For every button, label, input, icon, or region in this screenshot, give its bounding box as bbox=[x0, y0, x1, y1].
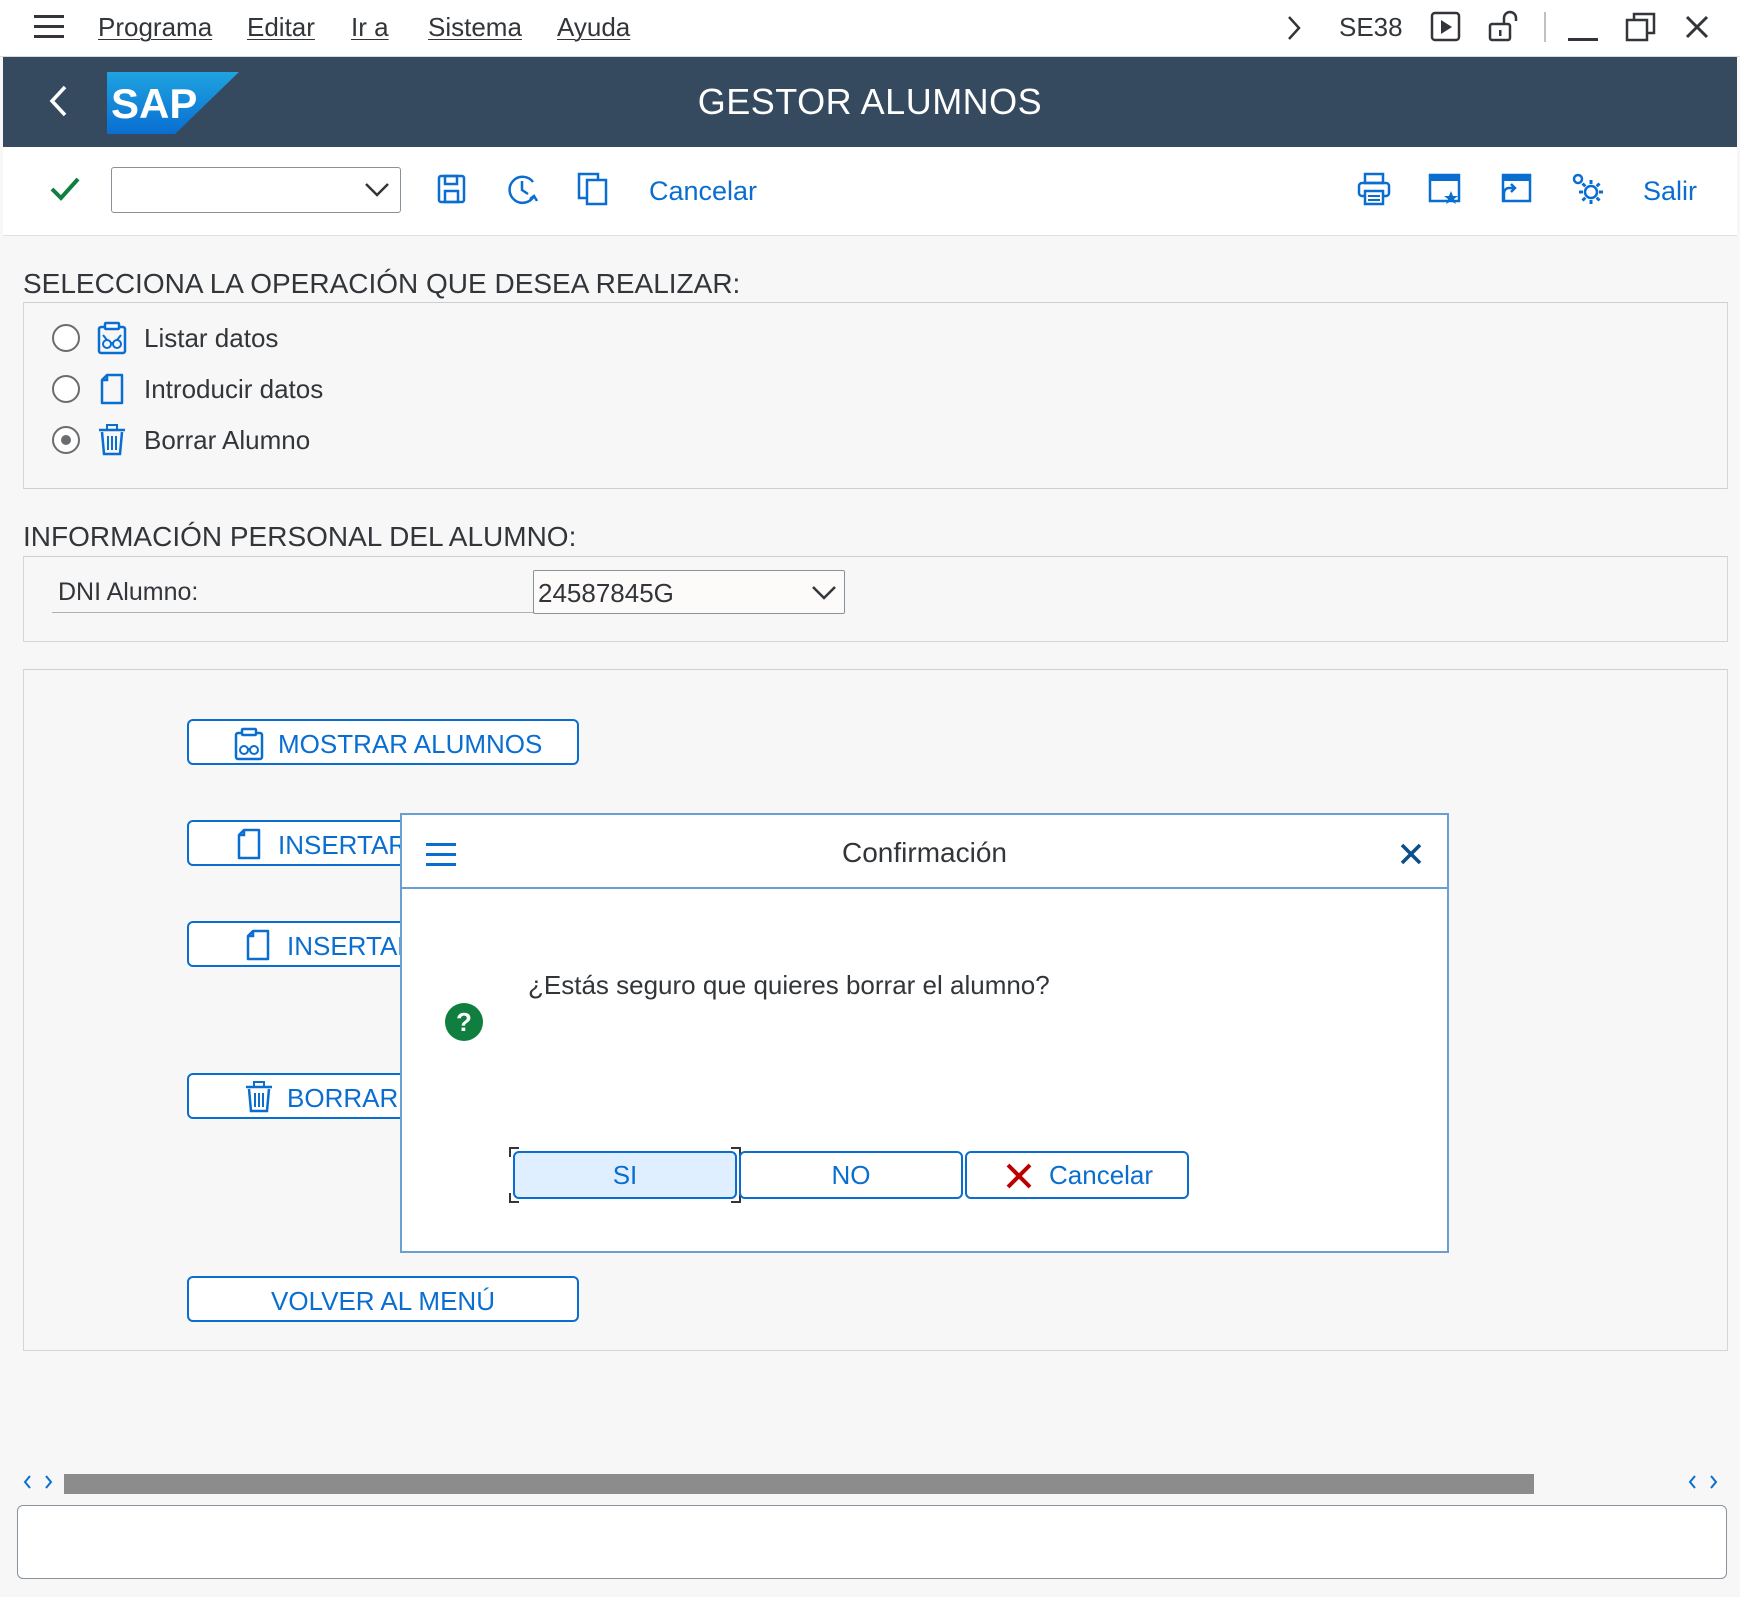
confirmation-dialog: Confirmación ? ¿Estás seguro que quieres… bbox=[400, 813, 1449, 1253]
radio-button[interactable] bbox=[52, 375, 80, 403]
display-data-icon bbox=[233, 727, 265, 761]
button-label: Cancelar bbox=[1049, 1160, 1154, 1190]
radio-label: Borrar Alumno bbox=[144, 425, 311, 455]
execute-icon[interactable] bbox=[1430, 11, 1462, 43]
save-icon[interactable] bbox=[435, 172, 469, 206]
hamburger-menu-icon[interactable] bbox=[34, 14, 64, 40]
trash-icon bbox=[244, 1080, 274, 1114]
new-session-icon[interactable] bbox=[1427, 171, 1463, 207]
cancel-link[interactable]: Cancelar bbox=[649, 176, 757, 207]
dialog-header: Confirmación bbox=[402, 815, 1447, 889]
dialog-title: Confirmación bbox=[842, 837, 1007, 868]
menu-editar[interactable]: Editar bbox=[247, 12, 315, 43]
minimize-icon[interactable] bbox=[1568, 14, 1598, 42]
menu-sistema[interactable]: Sistema bbox=[428, 12, 522, 43]
transaction-code[interactable]: SE38 bbox=[1339, 12, 1403, 43]
status-bar[interactable] bbox=[17, 1505, 1727, 1579]
label-underline bbox=[52, 612, 534, 613]
application-toolbar: Cancelar Salir bbox=[3, 147, 1737, 236]
radio-label: Introducir datos bbox=[144, 374, 324, 404]
dni-label: DNI Alumno: bbox=[58, 578, 199, 606]
question-icon: ? bbox=[444, 1002, 484, 1042]
print-icon[interactable] bbox=[1356, 171, 1392, 207]
document-icon bbox=[235, 827, 263, 861]
personal-section-title: INFORMACIÓN PERSONAL DEL ALUMNO: bbox=[23, 521, 577, 552]
page-title: GESTOR ALUMNOS bbox=[697, 81, 1043, 122]
operation-section-title: SELECCIONA LA OPERACIÓN QUE DESEA REALIZ… bbox=[23, 268, 741, 299]
enter-checkmark-icon[interactable] bbox=[49, 174, 81, 204]
personal-groupbox bbox=[23, 556, 1728, 642]
show-students-button[interactable]: MOSTRAR ALUMNOS bbox=[187, 719, 579, 765]
radio-button[interactable] bbox=[52, 324, 80, 352]
menu-ayuda[interactable]: Ayuda bbox=[557, 12, 630, 43]
dialog-message: ¿Estás seguro que quieres borrar el alum… bbox=[528, 970, 1050, 1000]
radio-button-selected[interactable] bbox=[52, 426, 80, 454]
trash-icon bbox=[97, 423, 127, 457]
scroll-arrows-icon[interactable] bbox=[21, 1473, 55, 1491]
yes-button[interactable]: SI bbox=[513, 1151, 737, 1199]
button-label: INSERTAR bbox=[287, 931, 417, 961]
chevron-down-icon[interactable] bbox=[364, 181, 390, 199]
menu-ir-a[interactable]: Ir a bbox=[351, 12, 389, 43]
unlock-icon[interactable] bbox=[1487, 9, 1521, 43]
history-icon[interactable] bbox=[505, 172, 541, 208]
document-icon bbox=[98, 372, 126, 406]
display-data-icon bbox=[96, 321, 128, 355]
dialog-cancel-button[interactable]: Cancelar bbox=[965, 1151, 1189, 1199]
button-label: BORRAR bbox=[287, 1083, 399, 1113]
restore-window-icon[interactable] bbox=[1625, 11, 1657, 43]
svg-text:?: ? bbox=[456, 1007, 472, 1037]
chevron-down-icon[interactable] bbox=[811, 584, 837, 602]
close-window-icon[interactable] bbox=[1683, 13, 1711, 41]
copy-icon[interactable] bbox=[576, 171, 610, 207]
button-label: MOSTRAR ALUMNOS bbox=[278, 729, 543, 759]
cancel-x-icon bbox=[1005, 1162, 1033, 1190]
shell-header: SAP GESTOR ALUMNOS bbox=[3, 57, 1737, 147]
horizontal-scrollbar[interactable] bbox=[3, 1470, 1737, 1496]
scroll-arrows-icon[interactable] bbox=[1686, 1473, 1720, 1491]
back-to-menu-button[interactable]: VOLVER AL MENÚ bbox=[187, 1276, 579, 1322]
close-icon[interactable] bbox=[1398, 841, 1424, 867]
button-label: INSERTAR bbox=[278, 830, 408, 860]
button-label: VOLVER AL MENÚ bbox=[271, 1286, 495, 1316]
shortcut-icon[interactable] bbox=[1498, 171, 1534, 207]
menu-bar: Programa Editar Ir a Sistema Ayuda SE38 bbox=[0, 0, 1740, 57]
no-button[interactable]: NO bbox=[739, 1151, 963, 1199]
settings-icon[interactable] bbox=[1570, 171, 1606, 207]
menu-programa[interactable]: Programa bbox=[98, 12, 212, 43]
menu-divider bbox=[1544, 12, 1546, 42]
scrollbar-thumb[interactable] bbox=[64, 1474, 1534, 1494]
dni-value: 24587845G bbox=[538, 578, 674, 608]
command-field[interactable] bbox=[111, 167, 401, 213]
dni-dropdown[interactable]: 24587845G bbox=[533, 570, 845, 614]
exit-link[interactable]: Salir bbox=[1643, 176, 1697, 207]
chevron-right-icon[interactable] bbox=[1285, 14, 1303, 42]
radio-label: Listar datos bbox=[144, 323, 279, 353]
document-icon bbox=[244, 928, 272, 962]
